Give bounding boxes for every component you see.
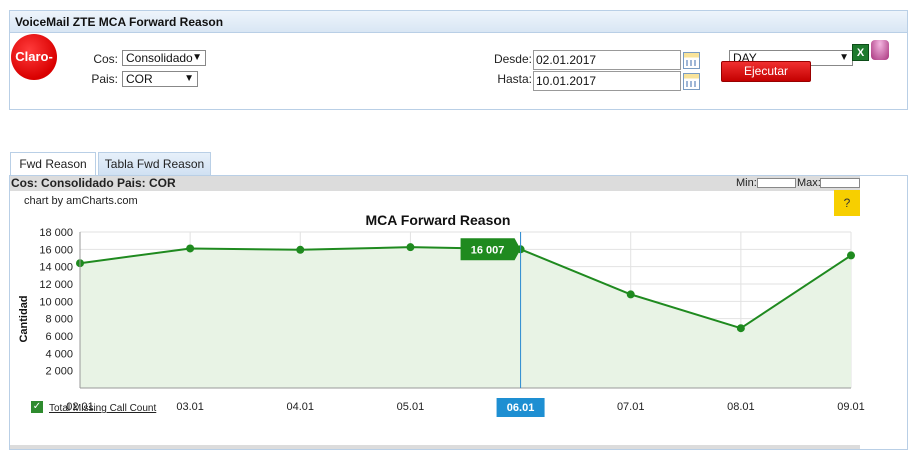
desde-date-input[interactable]: 02.01.2017	[533, 50, 681, 70]
chart-subheader: Cos: Consolidado Pais: COR	[10, 176, 860, 191]
chevron-down-icon: ▼	[839, 52, 849, 63]
bottom-scroll-strip	[10, 445, 860, 449]
tab-tabla-fwd-reason[interactable]: Tabla Fwd Reason	[98, 152, 211, 176]
cursor-value-label: 16 007	[471, 244, 505, 256]
legend-checkbox[interactable]: ✓	[31, 401, 43, 413]
y-tick-label: 10 000	[39, 296, 73, 308]
cos-select[interactable]: Consolidado ▼	[122, 50, 206, 66]
y-tick-label: 16 000	[39, 244, 73, 256]
desde-label: Desde:	[493, 52, 532, 66]
max-label: Max:	[797, 177, 821, 189]
calendar-icon[interactable]	[683, 52, 700, 69]
legend-label[interactable]: Total Missing Call Count	[49, 403, 156, 414]
claro-logo: Claro-	[11, 34, 57, 80]
x-tick-label: 05.01	[397, 401, 425, 413]
data-point	[736, 324, 745, 333]
y-tick-label: 18 000	[39, 227, 73, 239]
chart-panel: Cos: Consolidado Pais: COR Min: Max: cha…	[9, 175, 908, 450]
y-tick-label: 6 000	[45, 331, 73, 343]
data-point	[406, 243, 415, 252]
pais-select[interactable]: COR ▼	[122, 71, 198, 87]
hasta-label: Hasta:	[497, 72, 532, 86]
min-input[interactable]	[757, 178, 796, 188]
x-tick-label: 03.01	[176, 401, 204, 413]
cursor-category-label: 06.01	[507, 402, 535, 414]
calendar-icon[interactable]	[683, 73, 700, 90]
pais-label: Pais:	[91, 72, 118, 86]
data-point	[186, 244, 195, 253]
chart-title: MCA Forward Reason	[366, 212, 511, 228]
y-tick-label: 2 000	[45, 366, 73, 378]
y-tick-label: 12 000	[39, 279, 73, 291]
x-tick-label: 04.01	[287, 401, 315, 413]
cos-select-value: Consolidado	[126, 51, 193, 65]
cos-label: Cos:	[93, 52, 118, 66]
excel-export-icon[interactable]: X	[852, 44, 869, 61]
chevron-down-icon: ▼	[192, 52, 202, 63]
x-tick-label: 07.01	[617, 401, 645, 413]
chevron-down-icon: ▼	[184, 73, 194, 84]
x-tick-label: 09.01	[837, 401, 865, 413]
y-axis-label: Cantidad	[18, 295, 30, 342]
tab-fwd-reason[interactable]: Fwd Reason	[10, 152, 96, 176]
y-tick-label: 14 000	[39, 262, 73, 274]
data-point	[626, 290, 635, 299]
max-input[interactable]	[820, 178, 860, 188]
data-point	[847, 251, 855, 260]
y-tick-label: 4 000	[45, 348, 73, 360]
ejecutar-button[interactable]: Ejecutar	[721, 61, 811, 82]
page-title: VoiceMail ZTE MCA Forward Reason	[10, 11, 907, 33]
min-label: Min:	[736, 177, 757, 189]
hasta-date-input[interactable]: 10.01.2017	[533, 71, 681, 91]
x-tick-label: 08.01	[727, 401, 755, 413]
data-point	[296, 245, 305, 254]
pais-select-value: COR	[126, 72, 153, 86]
y-tick-label: 8 000	[45, 314, 73, 326]
database-icon[interactable]	[871, 40, 889, 60]
